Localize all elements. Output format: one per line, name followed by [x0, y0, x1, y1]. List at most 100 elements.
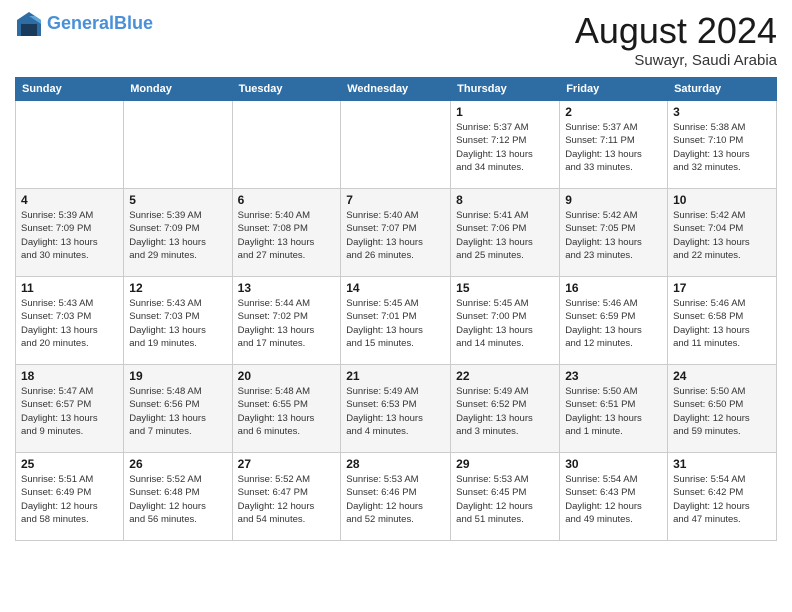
- calendar-cell: 11 Sunrise: 5:43 AM Sunset: 7:03 PM Dayli…: [16, 277, 124, 365]
- calendar-cell: 2Sunrise: 5:37 AM Sunset: 7:11 PM Daylig…: [560, 101, 668, 189]
- day-info: Sunrise: 5:48 AM Sunset: 6:56 PM Dayligh…: [129, 385, 226, 438]
- day-number: 27: [238, 457, 336, 471]
- calendar-cell: 5 Sunrise: 5:39 AM Sunset: 7:09 PM Daylig…: [124, 189, 232, 277]
- day-info: Sunrise: 5:40 AM Sunset: 7:08 PM Dayligh…: [238, 209, 336, 262]
- day-info: Sunrise: 5:50 AM Sunset: 6:51 PM Dayligh…: [565, 385, 662, 438]
- day-info: Sunrise: 5:44 AM Sunset: 7:02 PM Dayligh…: [238, 297, 336, 350]
- week-row-5: 25 Sunrise: 5:51 AM Sunset: 6:49 PM Dayli…: [16, 453, 777, 541]
- logo: GeneralBlue: [15, 10, 153, 38]
- calendar-cell: 1 Sunrise: 5:37 AM Sunset: 7:12 PM Daylig…: [451, 101, 560, 189]
- day-number: 16: [565, 281, 662, 295]
- calendar-cell: 24 Sunrise: 5:50 AM Sunset: 6:50 PM Dayli…: [668, 365, 777, 453]
- calendar-table: Sunday Monday Tuesday Wednesday Thursday…: [15, 77, 777, 541]
- day-info: Sunrise: 5:42 AM Sunset: 7:04 PM Dayligh…: [673, 209, 771, 262]
- header: GeneralBlue August 2024 Suwayr, Saudi Ar…: [15, 10, 777, 69]
- day-info: Sunrise: 5:46 AM Sunset: 6:58 PM Dayligh…: [673, 297, 771, 350]
- day-number: 11: [21, 281, 118, 295]
- calendar-cell: 9Sunrise: 5:42 AM Sunset: 7:05 PM Daylig…: [560, 189, 668, 277]
- day-info: Sunrise: 5:43 AM Sunset: 7:03 PM Dayligh…: [129, 297, 226, 350]
- calendar-cell: 12 Sunrise: 5:43 AM Sunset: 7:03 PM Dayli…: [124, 277, 232, 365]
- calendar-cell: 28 Sunrise: 5:53 AM Sunset: 6:46 PM Dayli…: [341, 453, 451, 541]
- calendar-cell: 4Sunrise: 5:39 AM Sunset: 7:09 PM Daylig…: [16, 189, 124, 277]
- day-info: Sunrise: 5:37 AM Sunset: 7:12 PM Dayligh…: [456, 121, 554, 174]
- day-number: 18: [21, 369, 118, 383]
- day-info: Sunrise: 5:52 AM Sunset: 6:48 PM Dayligh…: [129, 473, 226, 526]
- day-number: 13: [238, 281, 336, 295]
- header-saturday: Saturday: [668, 78, 777, 101]
- day-info: Sunrise: 5:51 AM Sunset: 6:49 PM Dayligh…: [21, 473, 118, 526]
- calendar-cell: [16, 101, 124, 189]
- day-number: 15: [456, 281, 554, 295]
- day-number: 21: [346, 369, 445, 383]
- day-info: Sunrise: 5:52 AM Sunset: 6:47 PM Dayligh…: [238, 473, 336, 526]
- week-row-2: 4 Sunrise: 5:39 AM Sunset: 7:09 PM Daylig…: [16, 189, 777, 277]
- day-number: 19: [129, 369, 226, 383]
- calendar-cell: 17Sunrise: 5:46 AM Sunset: 6:58 PM Dayli…: [668, 277, 777, 365]
- header-thursday: Thursday: [451, 78, 560, 101]
- day-info: Sunrise: 5:45 AM Sunset: 7:01 PM Dayligh…: [346, 297, 445, 350]
- day-number: 23: [565, 369, 662, 383]
- day-number: 3: [673, 105, 771, 119]
- calendar-cell: 27 Sunrise: 5:52 AM Sunset: 6:47 PM Dayli…: [232, 453, 341, 541]
- calendar-cell: 19 Sunrise: 5:48 AM Sunset: 6:56 PM Dayli…: [124, 365, 232, 453]
- calendar-cell: 20Sunrise: 5:48 AM Sunset: 6:55 PM Dayli…: [232, 365, 341, 453]
- calendar-cell: [232, 101, 341, 189]
- calendar-cell: 6 Sunrise: 5:40 AM Sunset: 7:08 PM Daylig…: [232, 189, 341, 277]
- logo-blue: Blue: [114, 13, 153, 33]
- day-info: Sunrise: 5:54 AM Sunset: 6:43 PM Dayligh…: [565, 473, 662, 526]
- day-info: Sunrise: 5:41 AM Sunset: 7:06 PM Dayligh…: [456, 209, 554, 262]
- day-info: Sunrise: 5:39 AM Sunset: 7:09 PM Dayligh…: [129, 209, 226, 262]
- logo-icon: [15, 10, 43, 38]
- day-info: Sunrise: 5:46 AM Sunset: 6:59 PM Dayligh…: [565, 297, 662, 350]
- day-info: Sunrise: 5:50 AM Sunset: 6:50 PM Dayligh…: [673, 385, 771, 438]
- calendar-cell: 15 Sunrise: 5:45 AM Sunset: 7:00 PM Dayli…: [451, 277, 560, 365]
- calendar-cell: 22 Sunrise: 5:49 AM Sunset: 6:52 PM Dayli…: [451, 365, 560, 453]
- day-number: 25: [21, 457, 118, 471]
- day-number: 6: [238, 193, 336, 207]
- day-info: Sunrise: 5:53 AM Sunset: 6:45 PM Dayligh…: [456, 473, 554, 526]
- day-info: Sunrise: 5:37 AM Sunset: 7:11 PM Dayligh…: [565, 121, 662, 174]
- calendar-cell: [124, 101, 232, 189]
- day-info: Sunrise: 5:38 AM Sunset: 7:10 PM Dayligh…: [673, 121, 771, 174]
- calendar-cell: 26 Sunrise: 5:52 AM Sunset: 6:48 PM Dayli…: [124, 453, 232, 541]
- day-number: 29: [456, 457, 554, 471]
- day-info: Sunrise: 5:43 AM Sunset: 7:03 PM Dayligh…: [21, 297, 118, 350]
- day-number: 24: [673, 369, 771, 383]
- calendar-cell: 29 Sunrise: 5:53 AM Sunset: 6:45 PM Dayli…: [451, 453, 560, 541]
- day-number: 22: [456, 369, 554, 383]
- day-number: 20: [238, 369, 336, 383]
- calendar-cell: 10Sunrise: 5:42 AM Sunset: 7:04 PM Dayli…: [668, 189, 777, 277]
- day-info: Sunrise: 5:49 AM Sunset: 6:52 PM Dayligh…: [456, 385, 554, 438]
- calendar-cell: 13 Sunrise: 5:44 AM Sunset: 7:02 PM Dayli…: [232, 277, 341, 365]
- day-number: 4: [21, 193, 118, 207]
- day-number: 31: [673, 457, 771, 471]
- logo-text: GeneralBlue: [47, 14, 153, 34]
- day-info: Sunrise: 5:49 AM Sunset: 6:53 PM Dayligh…: [346, 385, 445, 438]
- week-row-3: 11 Sunrise: 5:43 AM Sunset: 7:03 PM Dayli…: [16, 277, 777, 365]
- header-wednesday: Wednesday: [341, 78, 451, 101]
- calendar-cell: 8Sunrise: 5:41 AM Sunset: 7:06 PM Daylig…: [451, 189, 560, 277]
- calendar-cell: 23 Sunrise: 5:50 AM Sunset: 6:51 PM Dayli…: [560, 365, 668, 453]
- day-info: Sunrise: 5:40 AM Sunset: 7:07 PM Dayligh…: [346, 209, 445, 262]
- day-number: 5: [129, 193, 226, 207]
- header-monday: Monday: [124, 78, 232, 101]
- logo-general: General: [47, 13, 114, 33]
- day-number: 1: [456, 105, 554, 119]
- calendar-cell: 21 Sunrise: 5:49 AM Sunset: 6:53 PM Dayli…: [341, 365, 451, 453]
- day-info: Sunrise: 5:45 AM Sunset: 7:00 PM Dayligh…: [456, 297, 554, 350]
- day-info: Sunrise: 5:47 AM Sunset: 6:57 PM Dayligh…: [21, 385, 118, 438]
- day-number: 26: [129, 457, 226, 471]
- day-number: 30: [565, 457, 662, 471]
- calendar-cell: 3 Sunrise: 5:38 AM Sunset: 7:10 PM Daylig…: [668, 101, 777, 189]
- week-row-4: 18 Sunrise: 5:47 AM Sunset: 6:57 PM Dayli…: [16, 365, 777, 453]
- calendar-cell: 25 Sunrise: 5:51 AM Sunset: 6:49 PM Dayli…: [16, 453, 124, 541]
- day-number: 12: [129, 281, 226, 295]
- header-friday: Friday: [560, 78, 668, 101]
- day-number: 14: [346, 281, 445, 295]
- day-info: Sunrise: 5:53 AM Sunset: 6:46 PM Dayligh…: [346, 473, 445, 526]
- header-tuesday: Tuesday: [232, 78, 341, 101]
- month-title: August 2024: [575, 10, 777, 52]
- calendar-cell: 7Sunrise: 5:40 AM Sunset: 7:07 PM Daylig…: [341, 189, 451, 277]
- day-info: Sunrise: 5:42 AM Sunset: 7:05 PM Dayligh…: [565, 209, 662, 262]
- day-number: 28: [346, 457, 445, 471]
